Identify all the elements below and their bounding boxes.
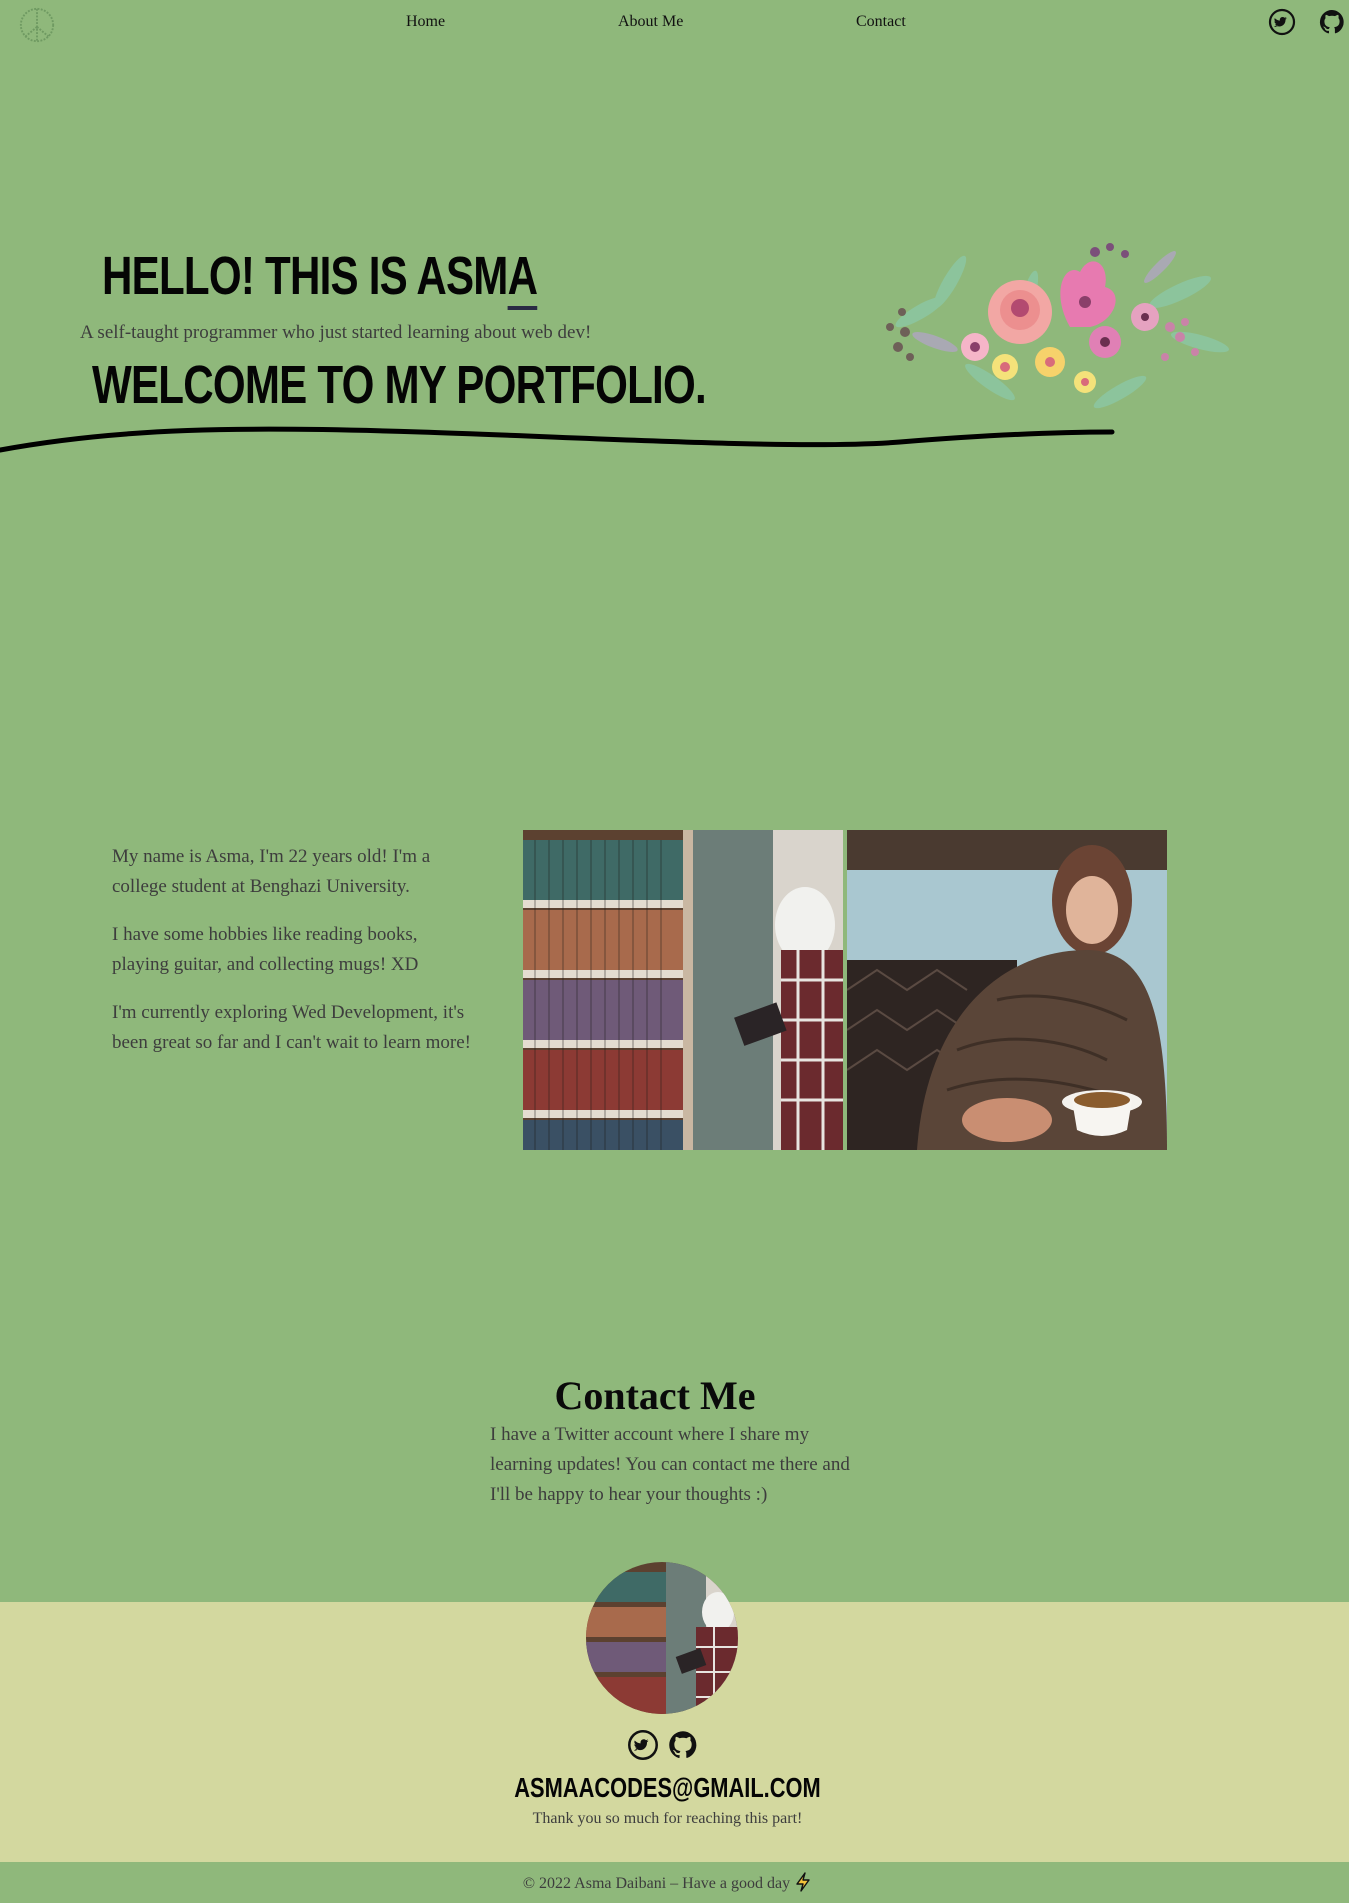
copyright-text: © 2022 Asma Daibani – Have a good day [522, 1875, 791, 1892]
hero-title: HELLO! THIS IS ASMA [102, 246, 538, 310]
peace-icon[interactable] [18, 6, 56, 44]
copyright-line: © 2022 Asma Daibani – Have a good day [0, 1872, 1335, 1893]
github-icon[interactable] [1318, 8, 1346, 36]
github-icon[interactable] [667, 1729, 699, 1761]
about-text: My name is Asma, I'm 22 years old! I'm a… [112, 842, 472, 1076]
nav-about-link[interactable]: About Me [618, 13, 683, 31]
hero-subtitle: A self-taught programmer who just starte… [80, 322, 592, 343]
about-paragraph: I have some hobbies like reading books, … [112, 924, 419, 975]
photo-cafe [847, 830, 1167, 1150]
avatar [586, 1562, 738, 1714]
about-paragraph: My name is Asma, I'm 22 years old! I'm a… [112, 846, 431, 897]
hero-title-main: HELLO! THIS IS ASM [102, 246, 508, 306]
contact-text: I have a Twitter account where I share m… [490, 1424, 850, 1505]
lightning-icon [796, 1872, 810, 1892]
top-nav: Home About Me Contact [0, 0, 1349, 46]
hero-welcome: WELCOME TO MY PORTFOLIO. [92, 355, 707, 415]
hero-title-last-letter: A [507, 246, 538, 310]
twitter-icon[interactable] [627, 1729, 659, 1761]
email-address[interactable]: ASMAACODES@GMAIL.COM [147, 1772, 1188, 1804]
nav-home-link[interactable]: Home [406, 13, 445, 31]
twitter-icon[interactable] [1268, 8, 1296, 36]
photo-bookstore [523, 830, 843, 1150]
footer-thanks: Thank you so much for reaching this part… [532, 1810, 803, 1827]
nav-contact-link[interactable]: Contact [856, 13, 906, 31]
about-paragraph: I'm currently exploring Wed Development,… [112, 1002, 471, 1053]
flower-bouquet-illustration [886, 243, 1230, 409]
contact-title: Contact Me [554, 1373, 756, 1418]
